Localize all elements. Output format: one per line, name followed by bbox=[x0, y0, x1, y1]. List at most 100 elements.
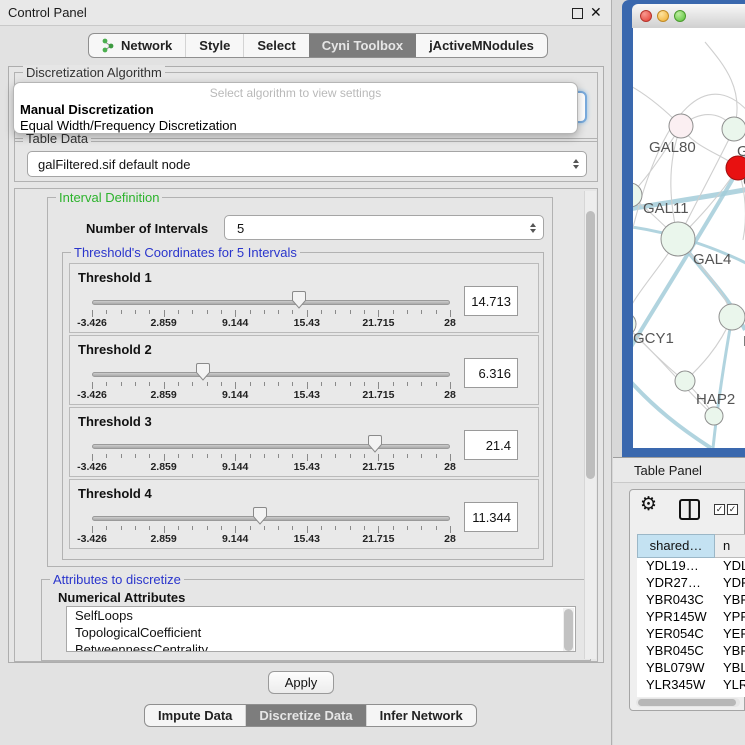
table-row[interactable]: YDR27…YDR2 bbox=[637, 575, 745, 592]
column-header-shared-name[interactable]: shared… bbox=[637, 534, 715, 558]
checkbox-icon-1[interactable]: ✓ bbox=[714, 504, 725, 515]
tab-label: jActiveMNodules bbox=[429, 38, 534, 53]
cyni-mode-tabbar: Impute DataDiscretize DataInfer Network bbox=[144, 704, 477, 727]
algorithm-option-manual[interactable]: Manual Discretization bbox=[18, 102, 574, 118]
network-node[interactable] bbox=[661, 222, 695, 256]
panel-title: Control Panel bbox=[8, 5, 87, 20]
panel-scrollbar-thumb[interactable] bbox=[586, 211, 595, 479]
cell-name: YLR3 bbox=[715, 677, 745, 694]
threshold-value-field[interactable] bbox=[464, 430, 518, 460]
cell-shared-name: YER054C bbox=[637, 626, 715, 643]
table-data-group: Table Data galFiltered.sif default node bbox=[14, 138, 598, 182]
tick-label: 9.144 bbox=[222, 389, 248, 401]
interval-definition-group: Interval Definition Number of Intervals … bbox=[47, 197, 553, 567]
slider-tick-labels: -3.4262.8599.14415.4321.71528 bbox=[92, 533, 450, 545]
tab-select[interactable]: Select bbox=[243, 34, 308, 57]
gear-icon[interactable]: ⚙ bbox=[640, 493, 657, 516]
network-node[interactable] bbox=[669, 114, 693, 138]
attributes-list-scrollbar[interactable] bbox=[563, 608, 574, 652]
control-panel-tabbar: NetworkStyleSelect Cyni Toolbox jActiveMNo… bbox=[88, 33, 548, 58]
slider-thumb[interactable] bbox=[253, 507, 267, 525]
tick-label: 2.859 bbox=[150, 389, 176, 401]
tick-label: 15.43 bbox=[294, 533, 320, 545]
network-node[interactable] bbox=[675, 371, 695, 391]
tab-discretize-data[interactable]: Discretize Data bbox=[245, 705, 365, 726]
table-row[interactable]: YER054CYER0 bbox=[637, 626, 745, 643]
slider-track[interactable] bbox=[92, 372, 450, 377]
tick-label: 15.43 bbox=[294, 389, 320, 401]
tab-jactivemnodules[interactable]: jActiveMNodules bbox=[416, 34, 547, 57]
cell-shared-name: YBR045C bbox=[637, 643, 715, 660]
table-row[interactable]: YIL053CYIL0 bbox=[637, 694, 745, 697]
network-tab-icon bbox=[102, 38, 115, 53]
attributes-list[interactable]: SelfLoopsTopologicalCoefficientBetweenne… bbox=[66, 606, 576, 652]
threshold-label: Threshold 3 bbox=[78, 414, 152, 429]
network-canvas[interactable]: GAL80GACGAL11GAL4GCY1HHAP2 bbox=[633, 28, 745, 448]
network-node[interactable] bbox=[722, 117, 745, 141]
attribute-item[interactable]: SelfLoops bbox=[67, 607, 575, 624]
network-node[interactable] bbox=[719, 304, 745, 330]
tab-infer-network[interactable]: Infer Network bbox=[366, 705, 476, 726]
checkbox-icon-2[interactable]: ✓ bbox=[727, 504, 738, 515]
column-header-name[interactable]: n bbox=[715, 534, 745, 558]
tick-label: 21.715 bbox=[362, 317, 394, 329]
mac-minimize-icon[interactable] bbox=[657, 10, 669, 22]
tick-label: 28 bbox=[444, 461, 456, 473]
slider-thumb[interactable] bbox=[292, 291, 306, 309]
control-panel: Control Panel ✕ NetworkStyleSelect Cyni T… bbox=[0, 0, 612, 745]
split-pane-icon[interactable] bbox=[679, 499, 700, 520]
spinner-stepper-icon[interactable] bbox=[530, 223, 536, 233]
table-row[interactable]: YDL19…YDL1 bbox=[637, 558, 745, 575]
close-icon[interactable]: ✕ bbox=[590, 4, 602, 21]
threshold-value-field[interactable] bbox=[464, 286, 518, 316]
tick-label: -3.426 bbox=[77, 389, 107, 401]
combo-stepper-icon[interactable] bbox=[573, 159, 579, 169]
network-node[interactable] bbox=[705, 407, 723, 425]
cell-shared-name: YPR145W bbox=[637, 609, 715, 626]
discretize-settings-panel: Interval Definition Number of Intervals … bbox=[14, 188, 598, 662]
attributes-group-title: Attributes to discretize bbox=[50, 572, 184, 587]
cell-name: YBL0 bbox=[715, 660, 745, 677]
mac-close-icon[interactable] bbox=[640, 10, 652, 22]
tab-label: Cyni Toolbox bbox=[322, 38, 403, 53]
tick-label: 9.144 bbox=[222, 533, 248, 545]
table-header-row: shared… n bbox=[637, 534, 745, 558]
tab-style[interactable]: Style bbox=[185, 34, 243, 57]
table-row[interactable]: YBL079WYBL0 bbox=[637, 660, 745, 677]
attributes-group: Attributes to discretize Numerical Attri… bbox=[41, 579, 591, 661]
algorithm-option-equal-width[interactable]: Equal Width/Frequency Discretization bbox=[18, 118, 574, 134]
float-window-icon[interactable] bbox=[572, 8, 583, 19]
table-h-scrollbar-thumb[interactable] bbox=[638, 699, 736, 706]
slider-track[interactable] bbox=[92, 300, 450, 305]
cell-shared-name: YBL079W bbox=[637, 660, 715, 677]
slider-thumb[interactable] bbox=[196, 363, 210, 381]
attribute-item[interactable]: TopologicalCoefficient bbox=[67, 624, 575, 641]
slider-track[interactable] bbox=[92, 516, 450, 521]
table-body[interactable]: YDL19…YDL1YDR27…YDR2YBR043CYBR0YPR145WYP… bbox=[637, 558, 745, 697]
interval-group-title: Interval Definition bbox=[56, 190, 162, 205]
table-data-combobox[interactable]: galFiltered.sif default node bbox=[27, 151, 587, 177]
number-of-intervals-spinner[interactable]: 5 bbox=[224, 215, 544, 240]
slider-thumb[interactable] bbox=[368, 435, 382, 453]
tick-label: 21.715 bbox=[362, 389, 394, 401]
thresholds-group-title: Threshold's Coordinates for 5 Intervals bbox=[71, 245, 300, 260]
threshold-value-field[interactable] bbox=[464, 358, 518, 388]
network-node-label: HAP2 bbox=[696, 391, 735, 408]
table-row[interactable]: YBR045CYBR0 bbox=[637, 643, 745, 660]
threshold-panel-1: Threshold 1-3.4262.8599.14415.4321.71528 bbox=[69, 263, 539, 333]
panel-scrollbar[interactable] bbox=[584, 191, 596, 659]
table-row[interactable]: YLR345WYLR3 bbox=[637, 677, 745, 694]
tab-network[interactable]: Network bbox=[89, 34, 185, 57]
threshold-value-field[interactable] bbox=[464, 502, 518, 532]
mac-zoom-icon[interactable] bbox=[674, 10, 686, 22]
tab-impute-data[interactable]: Impute Data bbox=[145, 705, 245, 726]
number-of-intervals-label: Number of Intervals bbox=[86, 221, 208, 236]
table-row[interactable]: YBR043CYBR0 bbox=[637, 592, 745, 609]
attribute-item[interactable]: BetweennessCentrality bbox=[67, 641, 575, 652]
table-h-scrollbar[interactable] bbox=[636, 698, 740, 707]
tick-label: -3.426 bbox=[77, 317, 107, 329]
apply-button[interactable]: Apply bbox=[268, 671, 334, 694]
table-row[interactable]: YPR145WYPR1 bbox=[637, 609, 745, 626]
tab-cyni-toolbox[interactable]: Cyni Toolbox bbox=[309, 34, 416, 57]
slider-track[interactable] bbox=[92, 444, 450, 449]
